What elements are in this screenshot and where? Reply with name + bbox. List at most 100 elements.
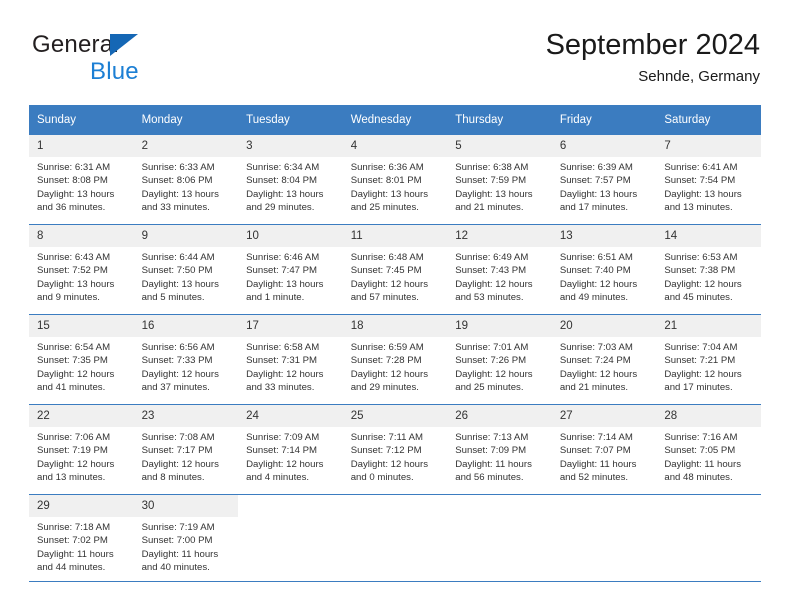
calendar-day-cell[interactable]: 15 Sunrise: 6:54 AM Sunset: 7:35 PM Dayligh… (29, 314, 134, 405)
calendar-day-cell[interactable]: 28 Sunrise: 7:16 AM Sunset: 7:05 PM Dayligh… (656, 404, 761, 495)
day-details: Sunrise: 6:44 AM Sunset: 7:50 PM Daylight:… (134, 247, 239, 305)
daylight-text-line2: and 56 minutes. (455, 472, 524, 484)
daylight-text-line2: and 33 minutes. (141, 202, 210, 214)
calendar-day-cell[interactable]: 12 Sunrise: 6:49 AM Sunset: 7:43 PM Dayligh… (447, 224, 552, 315)
sunrise-text: Sunrise: 6:56 AM (141, 342, 215, 353)
calendar-week-row: 8 Sunrise: 6:43 AM Sunset: 7:52 PM Daylight… (29, 224, 761, 315)
sunrise-text: Sunrise: 6:49 AM (455, 252, 529, 263)
sunset-text: Sunset: 7:09 PM (455, 445, 527, 457)
calendar-day-cell (551, 494, 657, 582)
day-number: 5 (447, 135, 552, 157)
calendar-day-cell[interactable]: 17 Sunrise: 6:58 AM Sunset: 7:31 PM Dayligh… (238, 314, 343, 405)
daylight-text-line2: and 33 minutes. (246, 382, 315, 394)
calendar-day-cell[interactable]: 16 Sunrise: 6:56 AM Sunset: 7:33 PM Dayligh… (133, 314, 239, 405)
calendar-day-cell[interactable]: 26 Sunrise: 7:13 AM Sunset: 7:09 PM Dayligh… (447, 404, 552, 495)
daylight-text-line1: Daylight: 13 hours (246, 278, 324, 290)
day-number: 16 (133, 315, 239, 337)
calendar-day-cell[interactable]: 24 Sunrise: 7:09 AM Sunset: 7:14 PM Dayligh… (238, 404, 343, 495)
calendar-day-cell[interactable]: 10 Sunrise: 6:46 AM Sunset: 7:47 PM Dayligh… (238, 224, 343, 315)
page-header: General Blue September 2024 Sehnde, Germ… (0, 0, 792, 100)
day-number: 9 (133, 225, 239, 247)
daylight-text-line2: and 53 minutes. (455, 292, 524, 304)
daylight-text-line1: Daylight: 13 hours (350, 188, 429, 200)
daylight-text-line1: Daylight: 13 hours (246, 188, 324, 200)
day-details: Sunrise: 6:46 AM Sunset: 7:47 PM Daylight:… (238, 247, 343, 305)
day-cell-content: 12 Sunrise: 6:49 AM Sunset: 7:43 PM Dayligh… (447, 225, 552, 314)
sunset-text: Sunset: 7:07 PM (559, 445, 631, 457)
sunset-text: Sunset: 7:02 PM (37, 535, 108, 547)
daylight-text-line2: and 21 minutes. (455, 202, 524, 214)
sunrise-text: Sunrise: 6:59 AM (350, 342, 424, 353)
sunrise-text: Sunrise: 7:16 AM (664, 432, 738, 443)
general-blue-logo[interactable]: General Blue (32, 32, 262, 88)
day-number: 19 (447, 315, 552, 337)
daylight-text-line2: and 8 minutes. (141, 472, 205, 484)
calendar-day-cell[interactable]: 29 Sunrise: 7:18 AM Sunset: 7:02 PM Dayligh… (29, 494, 134, 582)
daylight-text-line1: Daylight: 13 hours (559, 188, 638, 200)
calendar-day-cell (342, 494, 448, 582)
calendar-day-cell[interactable]: 3 Sunrise: 6:34 AM Sunset: 8:04 PM Daylight… (238, 134, 343, 225)
sunset-text: Sunset: 7:52 PM (37, 265, 108, 277)
daylight-text-line2: and 57 minutes. (350, 292, 419, 304)
calendar-day-cell[interactable]: 27 Sunrise: 7:14 AM Sunset: 7:07 PM Dayligh… (551, 404, 657, 495)
sunset-text: Sunset: 7:43 PM (455, 265, 527, 277)
day-number: 1 (29, 135, 134, 157)
sunrise-text: Sunrise: 6:38 AM (455, 162, 529, 173)
page-title: September 2024 (545, 29, 760, 61)
day-number (238, 495, 343, 517)
day-details: Sunrise: 7:03 AM Sunset: 7:24 PM Daylight:… (552, 337, 657, 395)
daylight-text-line1: Daylight: 12 hours (664, 368, 742, 380)
calendar-day-cell[interactable]: 5 Sunrise: 6:38 AM Sunset: 7:59 PM Daylight… (447, 134, 552, 225)
calendar-day-cell[interactable]: 8 Sunrise: 6:43 AM Sunset: 7:52 PM Daylight… (29, 224, 134, 315)
day-cell-content: 2 Sunrise: 6:33 AM Sunset: 8:06 PM Daylight… (133, 135, 239, 224)
calendar-day-cell[interactable]: 20 Sunrise: 7:03 AM Sunset: 7:24 PM Dayligh… (551, 314, 657, 405)
calendar-day-cell[interactable]: 30 Sunrise: 7:19 AM Sunset: 7:00 PM Dayligh… (133, 494, 239, 582)
calendar-day-cell[interactable]: 18 Sunrise: 6:59 AM Sunset: 7:28 PM Dayligh… (342, 314, 448, 405)
sunset-text: Sunset: 7:45 PM (350, 265, 422, 277)
day-details: Sunrise: 6:34 AM Sunset: 8:04 PM Daylight:… (238, 157, 343, 215)
calendar-day-cell (447, 494, 552, 582)
daylight-text-line1: Daylight: 12 hours (455, 368, 533, 380)
sunset-text: Sunset: 7:21 PM (664, 355, 736, 367)
weekday-header-friday: Friday (551, 105, 657, 135)
calendar-day-cell[interactable]: 4 Sunrise: 6:36 AM Sunset: 8:01 PM Daylight… (342, 134, 448, 225)
calendar-day-cell[interactable]: 9 Sunrise: 6:44 AM Sunset: 7:50 PM Daylight… (133, 224, 239, 315)
day-cell-content: 22 Sunrise: 7:06 AM Sunset: 7:19 PM Dayligh… (29, 405, 134, 494)
calendar-day-cell[interactable]: 21 Sunrise: 7:04 AM Sunset: 7:21 PM Dayligh… (656, 314, 761, 405)
calendar-day-cell[interactable]: 1 Sunrise: 6:31 AM Sunset: 8:08 PM Daylight… (29, 134, 134, 225)
calendar-day-cell[interactable]: 2 Sunrise: 6:33 AM Sunset: 8:06 PM Daylight… (133, 134, 239, 225)
calendar-day-cell[interactable]: 19 Sunrise: 7:01 AM Sunset: 7:26 PM Dayligh… (447, 314, 552, 405)
daylight-text-line1: Daylight: 13 hours (37, 278, 115, 290)
sunrise-text: Sunrise: 6:53 AM (664, 252, 738, 263)
calendar-day-cell[interactable]: 22 Sunrise: 7:06 AM Sunset: 7:19 PM Dayligh… (29, 404, 134, 495)
day-cell-content (343, 495, 448, 581)
day-number: 24 (238, 405, 343, 427)
calendar-day-cell[interactable]: 14 Sunrise: 6:53 AM Sunset: 7:38 PM Dayligh… (656, 224, 761, 315)
daylight-text-line1: Daylight: 12 hours (37, 368, 115, 380)
day-cell-content: 10 Sunrise: 6:46 AM Sunset: 7:47 PM Dayligh… (238, 225, 343, 314)
day-cell-content: 7 Sunrise: 6:41 AM Sunset: 7:54 PM Daylight… (656, 135, 761, 224)
calendar-day-cell[interactable]: 13 Sunrise: 6:51 AM Sunset: 7:40 PM Dayligh… (551, 224, 657, 315)
daylight-text-line2: and 13 minutes. (664, 202, 733, 214)
calendar-day-cell[interactable]: 23 Sunrise: 7:08 AM Sunset: 7:17 PM Dayligh… (133, 404, 239, 495)
calendar-day-cell[interactable]: 7 Sunrise: 6:41 AM Sunset: 7:54 PM Daylight… (656, 134, 761, 225)
daylight-text-line2: and 5 minutes. (141, 292, 205, 304)
calendar-day-cell[interactable]: 11 Sunrise: 6:48 AM Sunset: 7:45 PM Dayligh… (342, 224, 448, 315)
day-number: 29 (29, 495, 134, 517)
day-cell-content: 18 Sunrise: 6:59 AM Sunset: 7:28 PM Dayligh… (342, 315, 448, 404)
sunset-text: Sunset: 7:00 PM (141, 535, 213, 547)
calendar-day-cell[interactable]: 25 Sunrise: 7:11 AM Sunset: 7:12 PM Dayligh… (342, 404, 448, 495)
day-number: 8 (29, 225, 134, 247)
daylight-text-line1: Daylight: 12 hours (350, 368, 429, 380)
calendar-day-cell[interactable]: 6 Sunrise: 6:39 AM Sunset: 7:57 PM Daylight… (551, 134, 657, 225)
weekday-header-thursday: Thursday (447, 105, 552, 135)
daylight-text-line1: Daylight: 12 hours (350, 458, 429, 470)
page-subtitle-location: Sehnde, Germany (638, 68, 760, 85)
sunrise-text: Sunrise: 7:14 AM (559, 432, 633, 443)
daylight-text-line1: Daylight: 13 hours (455, 188, 533, 200)
sunrise-text: Sunrise: 6:39 AM (559, 162, 633, 173)
weekday-header-sunday: Sunday (29, 105, 134, 135)
sunset-text: Sunset: 7:26 PM (455, 355, 527, 367)
calendar-page: General Blue September 2024 Sehnde, Germ… (0, 0, 792, 612)
sunset-text: Sunset: 8:06 PM (141, 175, 213, 187)
